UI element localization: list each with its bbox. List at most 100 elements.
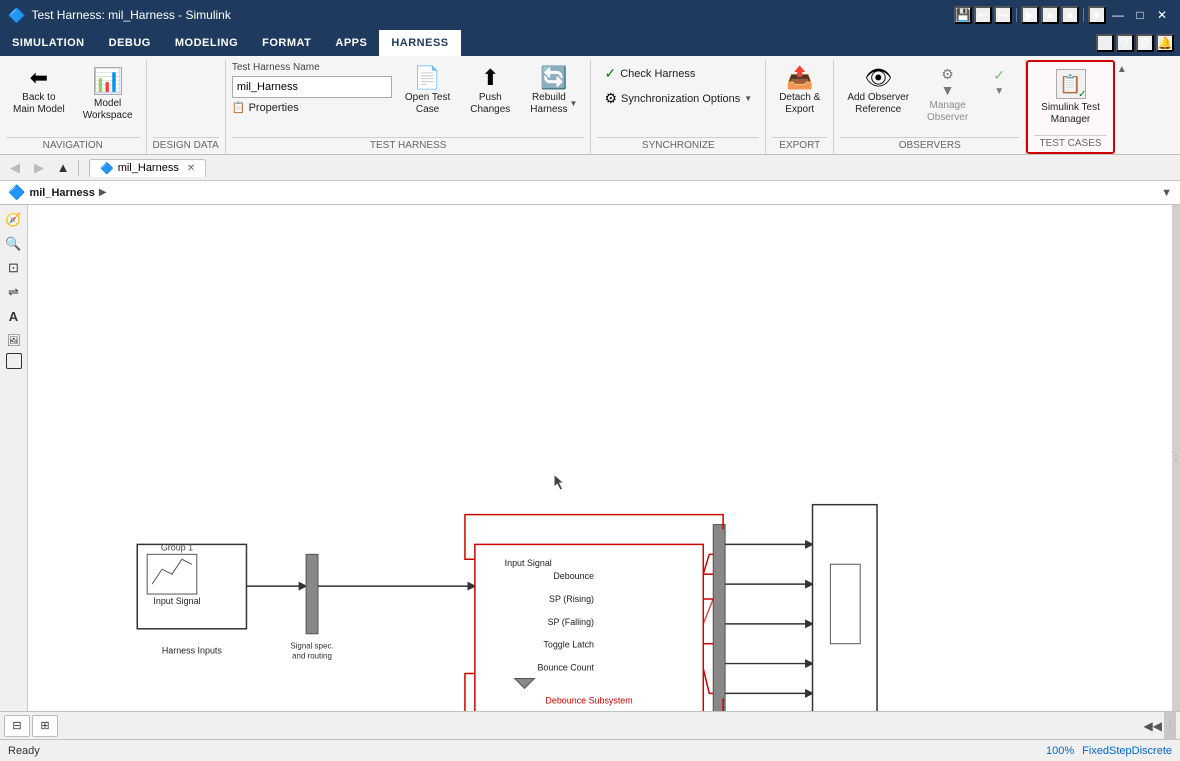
help-btn[interactable]: ? bbox=[1116, 34, 1134, 52]
ribbon-collapse-btn[interactable]: ▲ bbox=[1117, 64, 1127, 75]
push-changes-label: PushChanges bbox=[470, 92, 510, 116]
add-observer-ref-button[interactable]: 👁 Add ObserverReference bbox=[840, 62, 916, 121]
sync-options-label: Synchronization Options bbox=[621, 93, 740, 105]
pause-quick-btn[interactable]: ⏸ bbox=[1041, 6, 1059, 24]
harness-name-label: Test Harness Name bbox=[232, 62, 392, 73]
maximize-btn[interactable]: □ bbox=[1130, 5, 1150, 25]
right-resize-handle[interactable]: ⋮ bbox=[1164, 712, 1176, 739]
menu-apps[interactable]: APPS bbox=[323, 30, 379, 56]
synchronize-label: SYNCHRONIZE bbox=[597, 137, 759, 154]
notifications-btn[interactable]: 🔔 bbox=[1156, 34, 1174, 52]
vertical-resize-handle[interactable]: ⋮ bbox=[1172, 205, 1180, 711]
open-test-case-button[interactable]: 📄 Open TestCase bbox=[398, 62, 457, 121]
breadcrumb-tab[interactable]: 🔷 mil_Harness ✕ bbox=[89, 159, 206, 177]
sync-options-icon: ⚙ bbox=[604, 90, 617, 107]
ribbon-group-export: 📤 Detach &Export EXPORT bbox=[766, 60, 834, 154]
nav-back-btn[interactable]: ◀ bbox=[4, 157, 26, 179]
stop-quick-btn[interactable]: ⏹ bbox=[1061, 6, 1079, 24]
address-compass-icon: 🔷 bbox=[8, 184, 25, 201]
ribbon-group-test-harness: Test Harness Name 📋 Properties 📄 Open Te… bbox=[226, 60, 592, 154]
zoom-btn[interactable]: 🔍 bbox=[3, 233, 25, 255]
undo-quick-btn[interactable]: ↩ bbox=[974, 6, 992, 24]
svg-text:Debounce Subsystem: Debounce Subsystem bbox=[545, 695, 632, 705]
close-btn[interactable]: ✕ bbox=[1152, 5, 1172, 25]
text-btn[interactable]: A bbox=[3, 305, 25, 327]
address-chevron: ▶ bbox=[99, 187, 107, 198]
fit-btn[interactable]: ⊡ bbox=[3, 257, 25, 279]
svg-text:SP (Rising): SP (Rising) bbox=[549, 594, 594, 604]
run-quick-btn[interactable]: ▶ bbox=[1021, 6, 1039, 24]
add-observer-label: Add ObserverReference bbox=[847, 92, 909, 116]
svg-text:Input Signal: Input Signal bbox=[505, 558, 552, 568]
ribbon-group-navigation: ⬅ Back toMain Model 📊 ModelWorkspace NAV… bbox=[0, 60, 147, 154]
collapse-panel-btn[interactable]: ⊟ bbox=[4, 715, 30, 737]
window-title: Test Harness: mil_Harness - Simulink bbox=[31, 8, 230, 22]
expand-panel-btn[interactable]: ⊞ bbox=[32, 715, 58, 737]
test-harness-label: TEST HARNESS bbox=[232, 137, 585, 154]
push-changes-icon: ⬆ bbox=[481, 67, 499, 89]
open-test-case-icon: 📄 bbox=[414, 67, 441, 89]
detach-export-label: Detach &Export bbox=[779, 92, 820, 116]
ribbon-group-observers: 👁 Add ObserverReference ⚙ ▼ ManageObserv… bbox=[834, 60, 1026, 154]
rebuild-harness-label: RebuildHarness ▼ bbox=[530, 92, 577, 116]
address-bar: 🔷 mil_Harness ▶ ▼ bbox=[0, 181, 1180, 205]
add-observer-icon: 👁 bbox=[864, 67, 892, 89]
menu-simulation[interactable]: SIMULATION bbox=[0, 30, 97, 56]
more-quick-btn[interactable]: ▾ bbox=[1088, 6, 1106, 24]
rebuild-harness-icon: 🔄 bbox=[540, 67, 567, 89]
simulink-test-manager-button[interactable]: 📋 ✓ Simulink TestManager bbox=[1034, 64, 1107, 131]
ribbon-options-btn[interactable]: ⋯ bbox=[1096, 34, 1114, 52]
address-down-btn[interactable]: ▼ bbox=[1161, 187, 1172, 199]
open-test-case-label: Open TestCase bbox=[405, 92, 450, 116]
harness-name-input[interactable] bbox=[232, 76, 392, 98]
test-manager-label: Simulink TestManager bbox=[1041, 102, 1100, 126]
redo-quick-btn[interactable]: ↪ bbox=[994, 6, 1012, 24]
app-icon: 🔷 bbox=[8, 7, 25, 24]
settings-icon-btn[interactable]: ⚙ bbox=[1136, 34, 1154, 52]
observers-check-icon: ✓ bbox=[993, 67, 1005, 84]
address-path: mil_Harness bbox=[29, 187, 94, 199]
check-harness-label: Check Harness bbox=[620, 68, 695, 80]
compass-btn[interactable]: 🧭 bbox=[3, 209, 25, 231]
properties-icon: 📋 bbox=[232, 101, 246, 114]
test-manager-icon: 📋 ✓ bbox=[1056, 69, 1086, 99]
observers-extra-btn[interactable]: ✓ ▼ bbox=[979, 62, 1019, 102]
status-mode: FixedStepDiscrete bbox=[1082, 745, 1172, 757]
route-btn[interactable]: ⇌ bbox=[3, 281, 25, 303]
detach-export-button[interactable]: 📤 Detach &Export bbox=[772, 62, 827, 121]
menu-debug[interactable]: DEBUG bbox=[97, 30, 163, 56]
breadcrumb-close-btn[interactable]: ✕ bbox=[187, 163, 195, 174]
rebuild-dropdown-icon: ▼ bbox=[570, 99, 578, 109]
check-harness-button[interactable]: ✓ Check Harness bbox=[597, 62, 702, 85]
image-btn[interactable]: 🖼 bbox=[3, 329, 25, 351]
diagram-svg: Input Signal Group 1 Harness Inputs Sign… bbox=[28, 205, 1172, 711]
push-changes-button[interactable]: ⬆ PushChanges bbox=[463, 62, 517, 121]
menu-harness[interactable]: HARNESS bbox=[379, 30, 460, 56]
manage-observer-icon: ⚙ ▼ bbox=[941, 67, 955, 97]
model-workspace-button[interactable]: 📊 ModelWorkspace bbox=[76, 62, 140, 127]
manage-observer-button[interactable]: ⚙ ▼ ManageObserver bbox=[920, 62, 975, 129]
back-icon: ⬅ bbox=[30, 67, 48, 89]
canvas[interactable]: Input Signal Group 1 Harness Inputs Sign… bbox=[28, 205, 1172, 711]
toolbar: ◀ ▶ ▲ 🔷 mil_Harness ✕ bbox=[0, 155, 1180, 181]
rect-btn[interactable] bbox=[6, 353, 22, 369]
svg-text:Debounce: Debounce bbox=[553, 571, 594, 581]
observers-label: OBSERVERS bbox=[840, 137, 1019, 154]
export-label: EXPORT bbox=[772, 137, 827, 154]
bottom-expand-icon[interactable]: ◀◀ bbox=[1144, 719, 1162, 733]
status-bar: Ready 100% FixedStepDiscrete bbox=[0, 739, 1180, 761]
back-to-main-button[interactable]: ⬅ Back toMain Model bbox=[6, 62, 72, 121]
nav-up-btn[interactable]: ▲ bbox=[52, 157, 74, 179]
menu-modeling[interactable]: MODELING bbox=[163, 30, 250, 56]
minimize-btn[interactable]: — bbox=[1108, 5, 1128, 25]
menu-format[interactable]: FORMAT bbox=[250, 30, 323, 56]
rebuild-harness-button[interactable]: 🔄 RebuildHarness ▼ bbox=[523, 62, 584, 121]
main-area: 🧭 🔍 ⊡ ⇌ A 🖼 Input Signal Group 1 Harness… bbox=[0, 205, 1180, 711]
left-toolbar: 🧭 🔍 ⊡ ⇌ A 🖼 bbox=[0, 205, 28, 711]
ribbon-group-synchronize: ✓ Check Harness ⚙ Synchronization Option… bbox=[591, 60, 766, 154]
svg-text:Signal spec.: Signal spec. bbox=[290, 642, 333, 651]
nav-forward-btn[interactable]: ▶ bbox=[28, 157, 50, 179]
save-quick-btn[interactable]: 💾 bbox=[954, 6, 972, 24]
sync-options-button[interactable]: ⚙ Synchronization Options ▼ bbox=[597, 87, 759, 110]
properties-link[interactable]: 📋 Properties bbox=[232, 101, 392, 114]
